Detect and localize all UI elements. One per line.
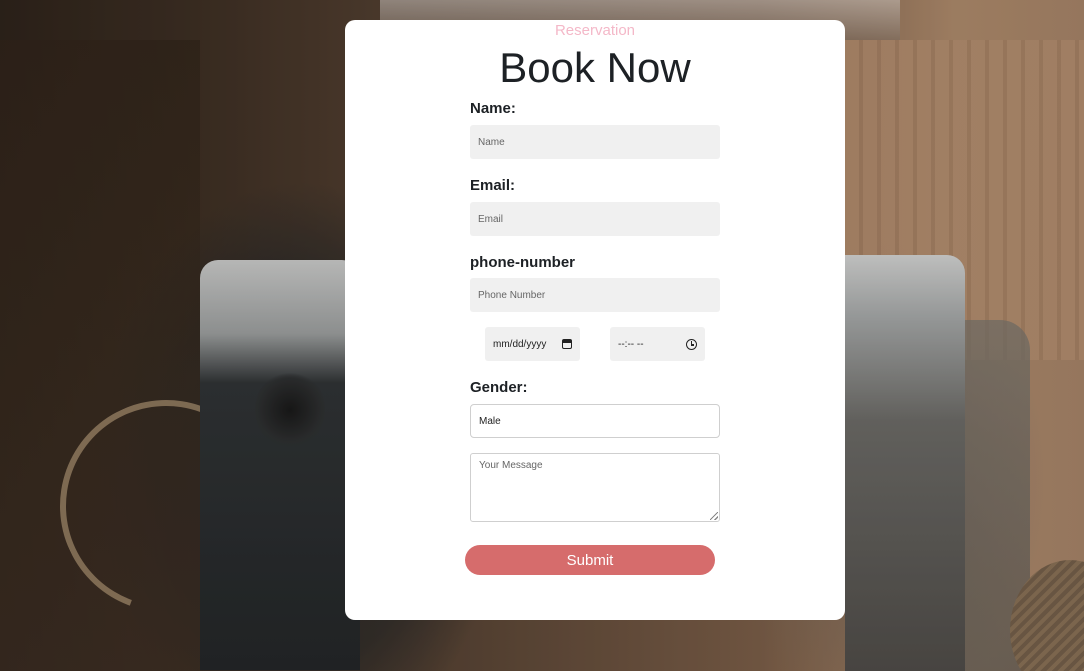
date-placeholder: mm/dd/yyyy (493, 338, 547, 350)
gender-selected-value: Male (479, 415, 501, 427)
clock-icon[interactable] (686, 338, 697, 350)
page-title: Book Now (499, 44, 691, 91)
email-input[interactable] (470, 202, 720, 236)
time-input[interactable]: --:-- -- (610, 327, 705, 361)
submit-button[interactable]: Submit (465, 545, 715, 575)
date-input[interactable]: mm/dd/yyyy (485, 327, 580, 361)
gender-select[interactable]: Male (470, 404, 720, 438)
reservation-card: Reservation Book Now Name: Email: phone-… (345, 20, 845, 620)
email-label: Email: (470, 177, 516, 194)
resize-handle-icon[interactable] (710, 512, 718, 520)
name-label: Name: (470, 100, 516, 117)
gender-label: Gender: (470, 379, 528, 396)
message-textarea[interactable] (470, 453, 720, 522)
phone-label: phone-number (470, 254, 575, 271)
section-eyebrow: Reservation (554, 22, 636, 39)
time-placeholder: --:-- -- (618, 338, 644, 350)
name-input[interactable] (470, 125, 720, 159)
phone-input[interactable] (470, 278, 720, 312)
calendar-icon[interactable] (562, 339, 572, 349)
